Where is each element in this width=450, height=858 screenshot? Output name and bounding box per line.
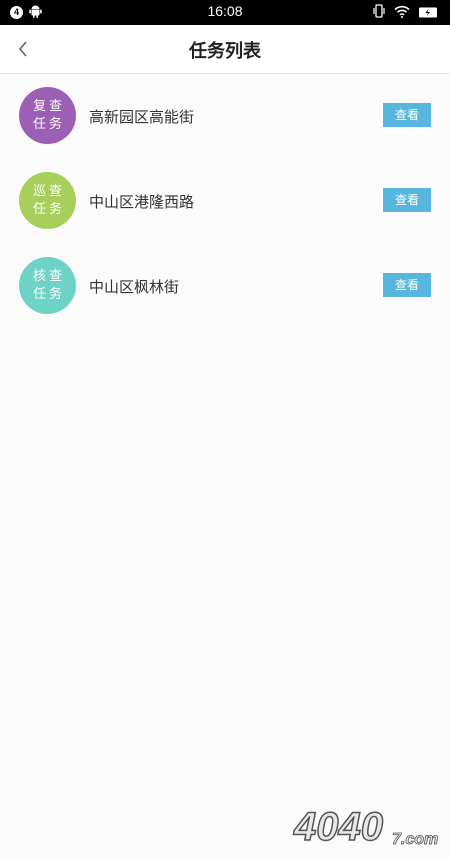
view-button[interactable]: 查看 — [383, 103, 431, 127]
task-type-line2: 任务 — [32, 286, 65, 302]
task-row: 巡查 任务 中山区港隆西路 查看 — [0, 159, 450, 244]
task-address: 中山区枫林街 — [89, 278, 180, 296]
task-type-line1: 复查 — [32, 98, 65, 114]
header-bar: 任务列表 — [0, 25, 450, 74]
watermark-logo: 4040 7.com — [292, 804, 438, 850]
task-type-badge: 核查 任务 — [19, 257, 76, 314]
wifi-icon — [394, 3, 410, 22]
watermark-suffix: 7.com — [392, 831, 438, 848]
task-list: 复查 任务 高新园区高能街 查看 巡查 任务 中山区港隆西路 查看 核查 任务 … — [0, 74, 450, 329]
view-button[interactable]: 查看 — [383, 273, 431, 297]
vibrate-icon — [372, 3, 386, 22]
task-address: 高新园区高能街 — [89, 108, 195, 126]
page-title: 任务列表 — [189, 41, 261, 62]
task-type-line2: 任务 — [32, 201, 65, 217]
task-address: 中山区港隆西路 — [89, 193, 195, 211]
status-bar: 4 16:08 — [0, 0, 450, 25]
task-type-line1: 巡查 — [32, 183, 65, 199]
task-type-badge: 复查 任务 — [19, 87, 76, 144]
task-row: 核查 任务 中山区枫林街 查看 — [0, 244, 450, 329]
task-type-badge: 巡查 任务 — [19, 172, 76, 229]
view-button[interactable]: 查看 — [383, 188, 431, 212]
battery-icon — [418, 3, 438, 22]
status-right — [372, 3, 438, 22]
task-row: 复查 任务 高新园区高能街 查看 — [0, 74, 450, 159]
watermark-main: 4040 — [293, 805, 383, 849]
task-type-line1: 核查 — [32, 268, 65, 284]
task-type-line2: 任务 — [32, 116, 65, 132]
